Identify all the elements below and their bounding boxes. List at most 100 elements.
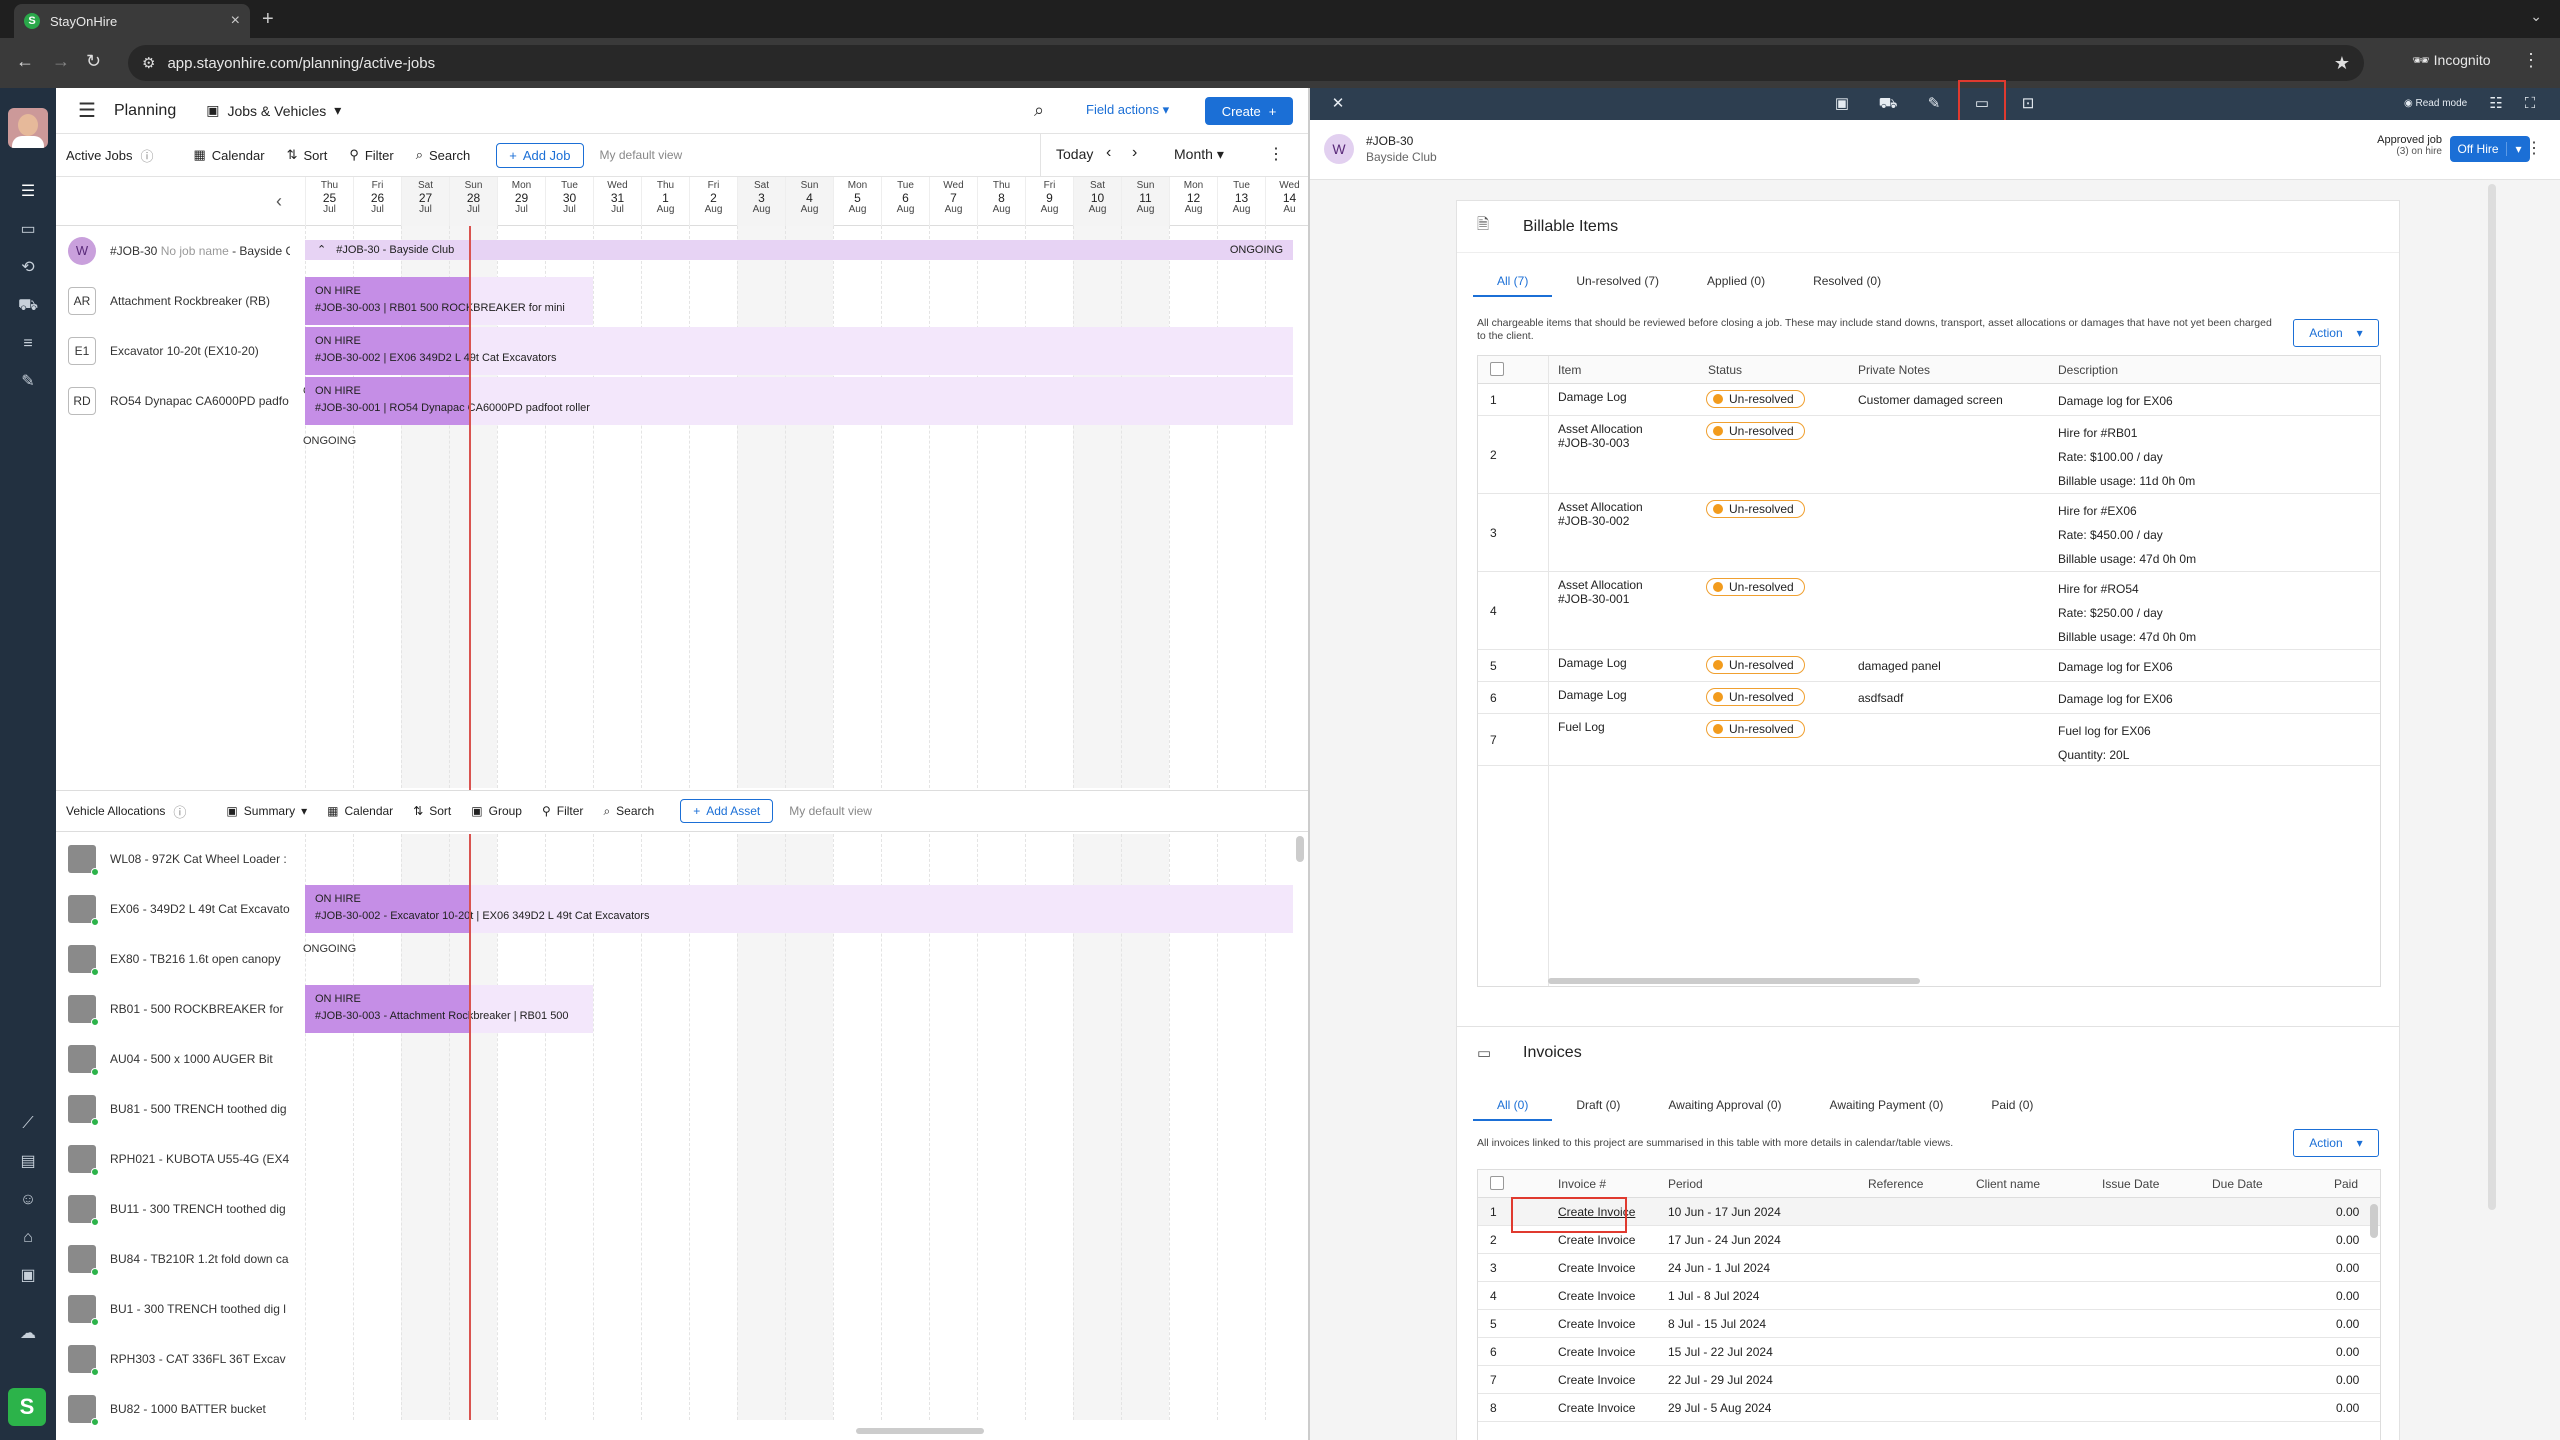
back-icon[interactable]: ←	[16, 51, 34, 72]
date-column[interactable]: Thu 8 Aug	[977, 177, 1025, 227]
collapse-icon[interactable]: ⌃	[317, 244, 326, 256]
hire-bar[interactable]: ON HIRE #JOB-30-001 | RO54 Dynapac CA6000…	[303, 377, 1293, 447]
billable-row[interactable]: 6 Damage Log Un-resolved asdfsadf Damage log…	[1478, 682, 2380, 714]
job-resource-row[interactable]: E1 Excavator 10-20t (EX10-20)	[56, 326, 306, 376]
add-asset-button[interactable]: + Add Asset	[680, 799, 774, 823]
calendar-button[interactable]: ▦ Calendar	[327, 804, 393, 818]
job-resource-row[interactable]: W #JOB-30 No job name - Bayside C	[56, 226, 306, 276]
off-hire-button[interactable]: Off Hire ▾	[2450, 136, 2530, 162]
item-link[interactable]: Damage Log	[1558, 688, 1627, 702]
browser-menu-icon[interactable]: ⋮	[2522, 50, 2540, 71]
item-link[interactable]: Asset Allocation	[1558, 578, 1643, 592]
item-link[interactable]: Damage Log	[1558, 656, 1627, 670]
url-field[interactable]: ⚙ app.stayonhire.com/planning/active-job…	[128, 45, 2364, 81]
analytics-icon[interactable]: ⟋	[18, 1114, 38, 1134]
date-column[interactable]: Sat 27 Jul	[401, 177, 449, 227]
item-link[interactable]: Asset Allocation	[1558, 422, 1643, 436]
new-tab-icon[interactable]: +	[262, 8, 274, 31]
vehicle-row[interactable]: RPH303 - CAT 336FL 36T Excav	[56, 1334, 306, 1384]
allocation-bar[interactable]: ON HIRE #JOB-30-003 - Attachment Rockbrea…	[305, 985, 593, 1033]
vehicle-row[interactable]: EX80 - TB216 1.6t open canopy	[56, 934, 306, 984]
date-column[interactable]: Thu 1 Aug	[641, 177, 689, 227]
vehicle-row[interactable]: BU11 - 300 TRENCH toothed dig	[56, 1184, 306, 1234]
expand-icon[interactable]: ⊡	[2018, 94, 2038, 114]
sort-button[interactable]: ⇅ Sort	[287, 147, 328, 163]
date-column[interactable]: Fri 2 Aug	[689, 177, 737, 227]
billable-row[interactable]: 2 Asset Allocation #JOB-30-003 Un-resolved H…	[1478, 416, 2380, 494]
user-icon[interactable]: ☺	[18, 1190, 38, 1210]
create-invoice-link[interactable]: Create Invoice	[1558, 1261, 1635, 1275]
billable-tab[interactable]: All (7)	[1473, 265, 1553, 297]
info-icon[interactable]: ⓘ	[173, 802, 186, 821]
add-job-button[interactable]: + Add Job	[496, 142, 584, 168]
incognito-indicator[interactable]: 🕶 Incognito	[2412, 52, 2491, 69]
create-button[interactable]: Create +	[1205, 97, 1293, 125]
date-column[interactable]: Mon 29 Jul	[497, 177, 545, 227]
search-icon[interactable]: ⌕	[1034, 100, 1044, 121]
date-column[interactable]: Sat 10 Aug	[1073, 177, 1121, 227]
date-column[interactable]: Wed 14 Au	[1265, 177, 1313, 227]
view-name[interactable]: My default view	[600, 148, 683, 162]
report-icon[interactable]: ▤	[18, 1152, 38, 1172]
settings-icon[interactable]: ☷	[2486, 94, 2506, 114]
info-icon[interactable]: ⓘ	[140, 146, 153, 165]
create-invoice-link[interactable]: Create Invoice	[1558, 1373, 1635, 1387]
date-column[interactable]: Sun 11 Aug	[1121, 177, 1169, 227]
invoice-tab[interactable]: Draft (0)	[1552, 1089, 1644, 1121]
read-mode-toggle[interactable]: ◉ Read mode	[2404, 98, 2467, 109]
tag-icon[interactable]: ⌂	[18, 1228, 38, 1248]
create-invoice-link[interactable]: Create Invoice	[1558, 1401, 1635, 1415]
invoice-row[interactable]: 7 Create Invoice 22 Jul - 29 Jul 2024 0.00	[1478, 1366, 2380, 1394]
item-link[interactable]: Damage Log	[1558, 390, 1627, 404]
create-invoice-link[interactable]: Create Invoice	[1558, 1233, 1635, 1247]
sort-button[interactable]: ⇅ Sort	[413, 804, 451, 818]
view-name[interactable]: My default view	[789, 804, 872, 818]
select-all-checkbox[interactable]	[1490, 362, 1504, 376]
select-all-checkbox[interactable]	[1490, 1176, 1504, 1190]
forward-icon[interactable]: →	[52, 51, 70, 72]
edit-icon[interactable]: ✎	[1924, 94, 1944, 114]
briefcase-icon[interactable]: ▣	[1832, 94, 1852, 114]
date-column[interactable]: Wed 31 Jul	[593, 177, 641, 227]
reload-icon[interactable]: ↻	[86, 51, 101, 72]
planning-icon[interactable]: ☰	[18, 182, 38, 202]
search-button[interactable]: ⌕ Search	[416, 147, 470, 163]
vehicles-scrollbar[interactable]	[1296, 836, 1304, 862]
hire-bar[interactable]: ON HIRE #JOB-30-003 | RB01 500 ROCKBREAKE…	[305, 277, 593, 325]
billable-row[interactable]: 1 Damage Log Un-resolved Customer damaged s…	[1478, 384, 2380, 416]
date-column[interactable]: Sun 4 Aug	[785, 177, 833, 227]
vehicle-row[interactable]: BU84 - TB210R 1.2t fold down ca	[56, 1234, 306, 1284]
document-icon[interactable]: ▣	[18, 1266, 38, 1286]
invoice-row[interactable]: 3 Create Invoice 24 Jun - 1 Jul 2024 0.00	[1478, 1254, 2380, 1282]
range-selector[interactable]: Month ▾	[1174, 146, 1224, 163]
vehicle-row[interactable]: AU04 - 500 x 1000 AUGER Bit	[56, 1034, 306, 1084]
invoice-row[interactable]: 4 Create Invoice 1 Jul - 8 Jul 2024 0.00	[1478, 1282, 2380, 1310]
job-resource-row[interactable]: RD RO54 Dynapac CA6000PD padfo	[56, 376, 306, 426]
stayonhire-logo[interactable]: S	[8, 1388, 46, 1426]
tab-search-icon[interactable]: ⌄	[2530, 8, 2542, 25]
vehicle-row[interactable]: BU81 - 500 TRENCH toothed dig	[56, 1084, 306, 1134]
prev-icon[interactable]: ‹	[1106, 144, 1111, 162]
next-icon[interactable]: ›	[1132, 144, 1137, 162]
vehicle-row[interactable]: RB01 - 500 ROCKBREAKER for	[56, 984, 306, 1034]
billable-row[interactable]: 7 Fuel Log Un-resolved Fuel log for EX06 Qua…	[1478, 714, 2380, 766]
date-column[interactable]: Thu 25 Jul	[305, 177, 353, 227]
date-column[interactable]: Tue 13 Aug	[1217, 177, 1265, 227]
filter-button[interactable]: ⚲ Filter	[542, 804, 583, 818]
edit-icon[interactable]: ✎	[18, 372, 38, 392]
user-avatar[interactable]	[8, 108, 48, 148]
view-selector[interactable]: ▣ Jobs & Vehicles ▾	[206, 102, 341, 119]
search-button[interactable]: ⌕ Search	[603, 804, 654, 819]
fullscreen-icon[interactable]: ⛶	[2520, 94, 2540, 114]
date-column[interactable]: Wed 7 Aug	[929, 177, 977, 227]
job-summary-bar[interactable]: ⌃ #JOB-30 - Bayside Club ONGOING	[305, 240, 1293, 260]
more-options-icon[interactable]: ⋮	[2526, 138, 2542, 158]
job-resource-row[interactable]: AR Attachment Rockbreaker (RB)	[56, 276, 306, 326]
vehicle-row[interactable]: EX06 - 349D2 L 49t Cat Excavato	[56, 884, 306, 934]
date-column[interactable]: Tue 30 Jul	[545, 177, 593, 227]
collapse-left-icon[interactable]: ‹	[276, 191, 282, 212]
invoice-tab[interactable]: All (0)	[1473, 1089, 1553, 1121]
billable-row[interactable]: 3 Asset Allocation #JOB-30-002 Un-resolved H…	[1478, 494, 2380, 572]
date-column[interactable]: Sun 28 Jul	[449, 177, 497, 227]
item-link[interactable]: Fuel Log	[1558, 720, 1605, 734]
